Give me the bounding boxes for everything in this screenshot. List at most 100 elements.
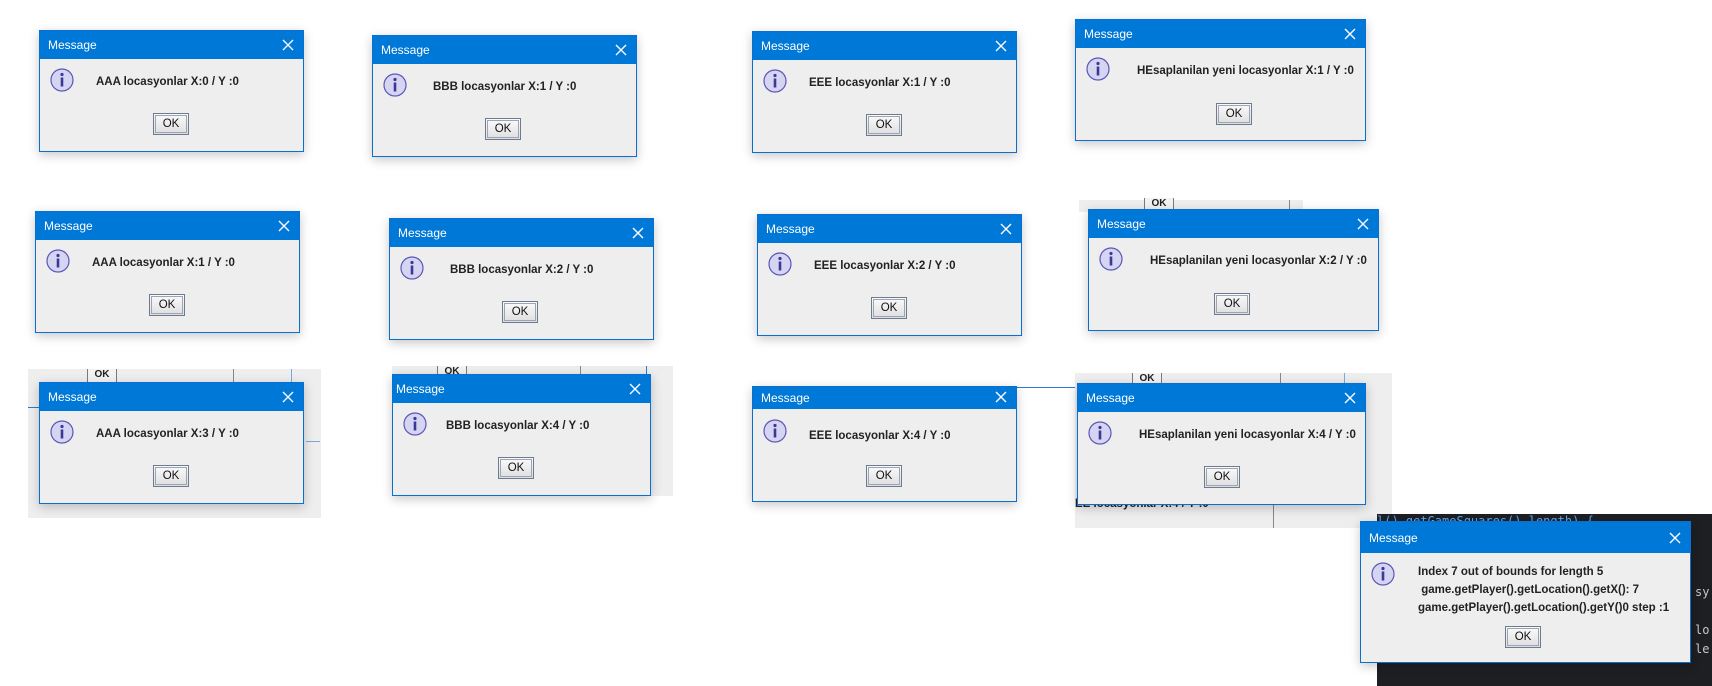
dialog-message: HEsaplanilan yeni locasyonlar X:1 / Y :0 [1137, 65, 1354, 77]
dialog-message: AAA locasyonlar X:3 / Y :0 [96, 428, 239, 440]
dialog-titlebar[interactable]: Message [40, 31, 303, 59]
background-window-edge [1014, 387, 1084, 388]
close-icon[interactable] [620, 375, 650, 403]
dialog-titlebar[interactable]: Message [373, 36, 636, 64]
dialog-title: Message [1369, 531, 1418, 545]
close-icon[interactable] [273, 31, 303, 59]
close-icon[interactable] [986, 32, 1016, 60]
dialog-title: Message [761, 39, 810, 53]
dialog-title: Message [761, 391, 810, 405]
close-icon[interactable] [1335, 20, 1365, 48]
dialog-title: Message [44, 219, 93, 233]
close-icon[interactable] [273, 383, 303, 411]
dialog-message: Index 7 out of bounds for length 5 game.… [1418, 563, 1669, 617]
info-icon [1088, 421, 1112, 445]
message-dialog: Message HEsaplanilan yeni locasyonlar X:… [1077, 383, 1366, 505]
ok-button[interactable]: OK [498, 457, 534, 479]
info-icon [383, 73, 407, 97]
code-char: lo [1695, 623, 1710, 637]
info-icon [763, 69, 787, 93]
dialog-title: Message [396, 382, 445, 396]
dialog-titlebar[interactable]: Message [1089, 210, 1378, 238]
ok-button[interactable]: OK [871, 297, 907, 319]
code-char: sy [1695, 585, 1710, 599]
info-icon [1086, 57, 1110, 81]
fragment-ok-button: OK [87, 369, 117, 383]
dialog-message: EEE locasyonlar X:2 / Y :0 [814, 260, 956, 272]
close-icon[interactable] [623, 219, 653, 247]
message-dialog: Message HEsaplanilan yeni locasyonlar X:… [1075, 19, 1366, 141]
dialog-message: AAA locasyonlar X:0 / Y :0 [96, 76, 239, 88]
info-icon [1099, 247, 1123, 271]
error-message-dialog: Message Index 7 out of bounds for length… [1360, 521, 1691, 663]
ok-button[interactable]: OK [1505, 626, 1541, 648]
message-dialog: Message EEE locasyonlar X:4 / Y :0 OK [752, 386, 1017, 502]
dialog-message: AAA locasyonlar X:1 / Y :0 [92, 257, 235, 269]
close-icon[interactable] [269, 212, 299, 240]
dialog-titlebar[interactable]: Message [40, 383, 303, 411]
dialog-title: Message [381, 43, 430, 57]
message-dialog: Message BBB locasyonlar X:4 / Y :0 OK [392, 374, 651, 496]
error-line: Index 7 out of bounds for length 5 [1418, 566, 1604, 578]
info-icon [1371, 562, 1395, 586]
dialog-titlebar[interactable]: Message [1076, 20, 1365, 48]
dialog-message: BBB locasyonlar X:1 / Y :0 [433, 81, 577, 93]
desktop-screen: OK OK OK OK EE locasyonlar X:4 / Y :0 l(… [0, 0, 1712, 686]
info-icon [403, 412, 427, 436]
dialog-titlebar[interactable]: Message [1078, 384, 1365, 412]
dialog-message: BBB locasyonlar X:2 / Y :0 [450, 264, 594, 276]
dialog-titlebar[interactable]: Message [753, 387, 1016, 409]
dialog-message: HEsaplanilan yeni locasyonlar X:4 / Y :0 [1139, 429, 1356, 441]
info-icon [768, 252, 792, 276]
ok-button[interactable]: OK [502, 301, 538, 323]
info-icon [50, 420, 74, 444]
dialog-title: Message [1084, 27, 1133, 41]
ok-button[interactable]: OK [485, 118, 521, 140]
message-dialog: Message AAA locasyonlar X:0 / Y :0 OK [39, 30, 304, 152]
ok-button[interactable]: OK [1216, 103, 1252, 125]
dialog-message: EEE locasyonlar X:1 / Y :0 [809, 77, 951, 89]
dialog-message: EEE locasyonlar X:4 / Y :0 [809, 430, 951, 442]
dialog-title: Message [398, 226, 447, 240]
ok-button[interactable]: OK [1204, 466, 1240, 488]
close-icon[interactable] [606, 36, 636, 64]
ok-button[interactable]: OK [866, 465, 902, 487]
dialog-message: BBB locasyonlar X:4 / Y :0 [446, 420, 590, 432]
dialog-title: Message [48, 390, 97, 404]
dialog-titlebar[interactable]: Message [393, 375, 650, 403]
ok-button[interactable]: OK [1214, 293, 1250, 315]
close-icon[interactable] [1335, 384, 1365, 412]
dialog-titlebar[interactable]: Message [1361, 522, 1690, 553]
dialog-titlebar[interactable]: Message [753, 32, 1016, 60]
info-icon [763, 419, 787, 443]
dialog-titlebar[interactable]: Message [390, 219, 653, 247]
dialog-title: Message [766, 222, 815, 236]
code-char: le [1695, 642, 1710, 656]
info-icon [400, 256, 424, 280]
message-dialog: Message EEE locasyonlar X:2 / Y :0 OK [757, 214, 1022, 336]
dialog-message: HEsaplanilan yeni locasyonlar X:2 / Y :0 [1150, 255, 1367, 267]
close-icon[interactable] [1348, 210, 1378, 238]
error-line: game.getPlayer().getLocation().getY()0 s… [1418, 602, 1670, 614]
dialog-titlebar[interactable]: Message [36, 212, 299, 240]
close-icon[interactable] [991, 215, 1021, 243]
info-icon [46, 249, 70, 273]
message-dialog: Message EEE locasyonlar X:1 / Y :0 OK [752, 31, 1017, 153]
message-dialog: Message BBB locasyonlar X:2 / Y :0 OK [389, 218, 654, 340]
ok-button[interactable]: OK [866, 114, 902, 136]
error-line: game.getPlayer().getLocation().getX(): 7 [1418, 584, 1640, 596]
dialog-title: Message [48, 38, 97, 52]
dialog-title: Message [1086, 391, 1135, 405]
message-dialog: Message BBB locasyonlar X:1 / Y :0 OK [372, 35, 637, 157]
message-dialog: Message AAA locasyonlar X:1 / Y :0 OK [35, 211, 300, 333]
dialog-title: Message [1097, 217, 1146, 231]
close-icon[interactable] [986, 387, 1016, 409]
message-dialog: Message AAA locasyonlar X:3 / Y :0 OK [39, 382, 304, 504]
ok-button[interactable]: OK [149, 294, 185, 316]
message-dialog: Message HEsaplanilan yeni locasyonlar X:… [1088, 209, 1379, 331]
dialog-titlebar[interactable]: Message [758, 215, 1021, 243]
ok-button[interactable]: OK [153, 113, 189, 135]
info-icon [50, 68, 74, 92]
close-icon[interactable] [1660, 522, 1690, 553]
ok-button[interactable]: OK [153, 465, 189, 487]
